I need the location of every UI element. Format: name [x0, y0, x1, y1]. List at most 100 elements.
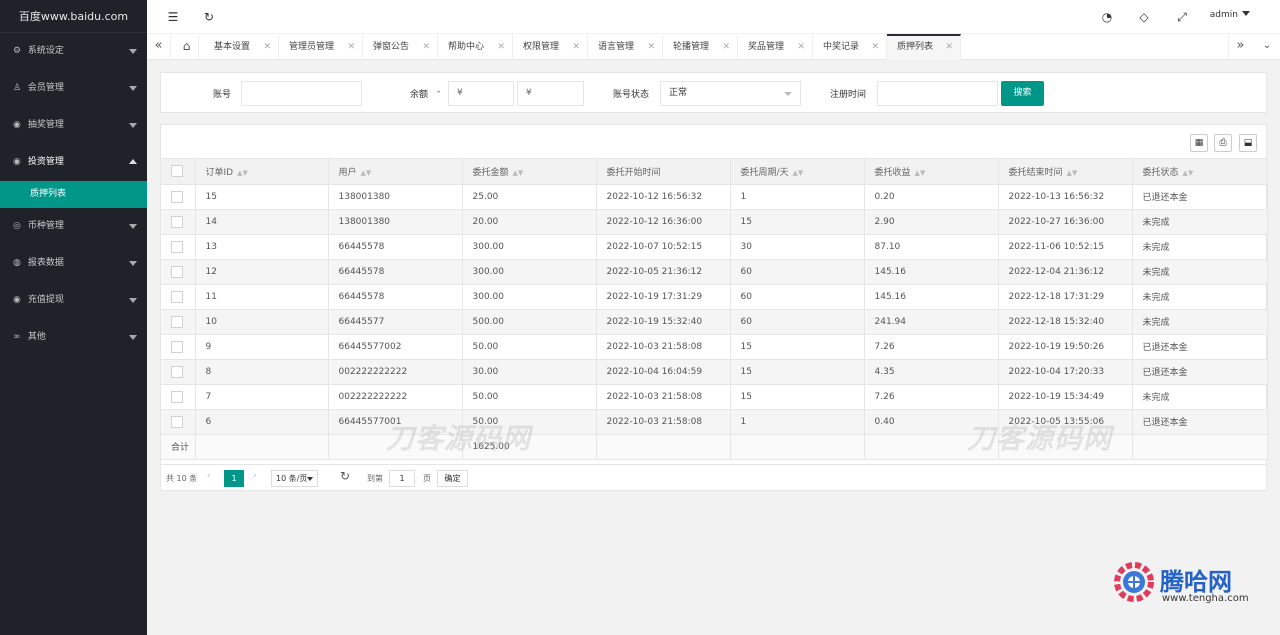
column-header[interactable]: 用户 ▲▼: [328, 159, 463, 185]
table-row[interactable]: 6 66445577001 50.00 2022-10-03 21:58:08 1 0.4…: [161, 409, 1268, 435]
sidebar-subitem-pledge-list[interactable]: 质押列表: [0, 181, 147, 208]
menu-collapse-icon[interactable]: ☰: [165, 9, 181, 25]
columns-filter-icon[interactable]: ▦: [1190, 134, 1208, 152]
select-all-checkbox[interactable]: [171, 165, 183, 178]
page-size-value: 10 条/页: [276, 474, 308, 483]
table-cell: 15: [730, 384, 865, 410]
row-checkbox[interactable]: [171, 265, 183, 278]
tab-admin-management[interactable]: 管理员管理 ✕: [279, 34, 363, 60]
row-checkbox[interactable]: [171, 340, 183, 353]
goto-confirm-button[interactable]: 确定: [437, 470, 468, 487]
row-checkbox[interactable]: [171, 190, 183, 203]
next-page-icon[interactable]: ›: [253, 471, 257, 481]
prev-page-icon[interactable]: ‹: [207, 471, 211, 481]
tab-language-management[interactable]: 语言管理 ✕: [588, 34, 663, 60]
table-row[interactable]: 9 66445577002 50.00 2022-10-03 21:58:08 15 7.…: [161, 334, 1268, 360]
sidebar-item-system-settings[interactable]: ⚙ 系统设定: [0, 33, 147, 70]
column-header[interactable]: 委托状态 ▲▼: [1132, 159, 1268, 185]
column-header[interactable]: 委托收益 ▲▼: [864, 159, 999, 185]
close-icon[interactable]: ✕: [647, 34, 655, 60]
sort-icon[interactable]: ▲▼: [361, 169, 372, 177]
account-input[interactable]: [241, 81, 362, 106]
search-button[interactable]: 搜索: [1001, 81, 1044, 106]
tab-scroll-right-icon[interactable]: »: [1228, 34, 1252, 60]
top-header: ☰ ↻ ◔ ◇ ⤢ admin: [147, 0, 1280, 34]
row-select-cell: [161, 409, 196, 435]
table-row[interactable]: 12 66445578 300.00 2022-10-05 21:36:12 60 145…: [161, 259, 1268, 285]
table-row[interactable]: 8 002222222222 30.00 2022-10-04 16:04:59 15 4…: [161, 359, 1268, 385]
balance-min-input[interactable]: ¥: [448, 81, 514, 106]
table-row[interactable]: 11 66445578 300.00 2022-10-19 17:31:29 60 145…: [161, 284, 1268, 310]
chevron-down-icon[interactable]: ⌄: [1255, 34, 1279, 60]
row-checkbox[interactable]: [171, 215, 183, 228]
theme-icon[interactable]: ◔: [1099, 9, 1115, 25]
close-icon[interactable]: ✕: [722, 34, 730, 60]
close-icon[interactable]: ✕: [945, 36, 953, 58]
sidebar-item-deposit-withdraw[interactable]: ◉ 充值提现: [0, 282, 147, 319]
row-checkbox[interactable]: [171, 365, 183, 378]
status-select[interactable]: 正常: [660, 81, 801, 106]
user-menu[interactable]: admin: [1210, 10, 1250, 20]
row-checkbox[interactable]: [171, 390, 183, 403]
column-header[interactable]: 委托金额 ▲▼: [462, 159, 597, 185]
column-header[interactable]: 委托结束时间 ▲▼: [998, 159, 1133, 185]
close-icon[interactable]: ✕: [347, 34, 355, 60]
sidebar-item-other[interactable]: ∞ 其他: [0, 319, 147, 356]
close-icon[interactable]: ✕: [263, 34, 271, 60]
sidebar-item-currency[interactable]: ◎ 币种管理: [0, 208, 147, 245]
register-time-input[interactable]: [877, 81, 998, 106]
close-icon[interactable]: ✕: [572, 34, 580, 60]
row-checkbox[interactable]: [171, 415, 183, 428]
row-checkbox[interactable]: [171, 290, 183, 303]
page-size-select[interactable]: 10 条/页: [271, 470, 318, 487]
row-checkbox[interactable]: [171, 315, 183, 328]
tab-prize-management[interactable]: 奖品管理 ✕: [738, 34, 813, 60]
tab-permission-management[interactable]: 权限管理 ✕: [513, 34, 588, 60]
tab-pledge-list[interactable]: 质押列表 ✕: [887, 34, 961, 60]
fullscreen-icon[interactable]: ⤢: [1174, 9, 1190, 25]
sidebar-item-members[interactable]: ♙ 会员管理: [0, 70, 147, 107]
app-logo[interactable]: 百度www.baidu.com: [0, 0, 147, 33]
tab-popup-notice[interactable]: 弹窗公告 ✕: [363, 34, 438, 60]
sidebar-item-lottery[interactable]: ◉ 抽奖管理: [0, 107, 147, 144]
column-header[interactable]: 委托周期/天 ▲▼: [730, 159, 865, 185]
column-header[interactable]: 订单ID ▲▼: [195, 159, 329, 185]
table-row[interactable]: 13 66445578 300.00 2022-10-07 10:52:15 30 87.…: [161, 234, 1268, 260]
home-icon[interactable]: ⌂: [175, 34, 199, 60]
sidebar-item-reports[interactable]: ◍ 报表数据: [0, 245, 147, 282]
close-icon[interactable]: ✕: [797, 34, 805, 60]
sidebar-item-investment[interactable]: ◉ 投资管理: [0, 144, 147, 181]
refresh-icon[interactable]: ↻: [340, 469, 350, 483]
table-row[interactable]: 15 138001380 25.00 2022-10-12 16:56:32 1 0.20…: [161, 184, 1268, 210]
close-icon[interactable]: ✕: [497, 34, 505, 60]
tab-scroll-left-icon[interactable]: «: [147, 34, 171, 60]
current-page[interactable]: 1: [224, 470, 244, 487]
export-icon[interactable]: ⬓: [1239, 134, 1257, 152]
tab-carousel-management[interactable]: 轮播管理 ✕: [663, 34, 738, 60]
close-icon[interactable]: ✕: [871, 34, 879, 60]
sort-icon[interactable]: ▲▼: [237, 169, 248, 177]
refresh-icon[interactable]: ↻: [201, 9, 217, 25]
close-icon[interactable]: ✕: [422, 34, 430, 60]
chevron-down-icon: [129, 49, 137, 54]
balance-max-input[interactable]: ¥: [517, 81, 584, 106]
tab-help-center[interactable]: 帮助中心 ✕: [438, 34, 513, 60]
goto-label: 到第: [367, 474, 383, 483]
sort-icon[interactable]: ▲▼: [1183, 169, 1194, 177]
tab-basic-settings[interactable]: 基本设置 ✕: [204, 34, 279, 60]
sort-icon[interactable]: ▲▼: [915, 169, 926, 177]
table-row[interactable]: 14 138001380 20.00 2022-10-12 16:36:00 15 2.9…: [161, 209, 1268, 235]
table-row[interactable]: 7 002222222222 50.00 2022-10-03 21:58:08 15 7…: [161, 384, 1268, 410]
goto-page-input[interactable]: 1: [389, 470, 415, 487]
sidebar-item-label: 币种管理: [27, 221, 64, 231]
table-row[interactable]: 10 66445577 500.00 2022-10-19 15:32:40 60 241…: [161, 309, 1268, 335]
table-cell: 145.16: [864, 284, 999, 310]
tag-icon[interactable]: ◇: [1136, 9, 1152, 25]
tab-winning-records[interactable]: 中奖记录 ✕: [813, 34, 887, 60]
sort-icon[interactable]: ▲▼: [793, 169, 804, 177]
sort-icon[interactable]: ▲▼: [1067, 169, 1078, 177]
sort-icon[interactable]: ▲▼: [513, 169, 524, 177]
row-checkbox[interactable]: [171, 240, 183, 253]
print-icon[interactable]: ⎙: [1214, 134, 1232, 152]
table-cell: 11: [195, 284, 329, 310]
